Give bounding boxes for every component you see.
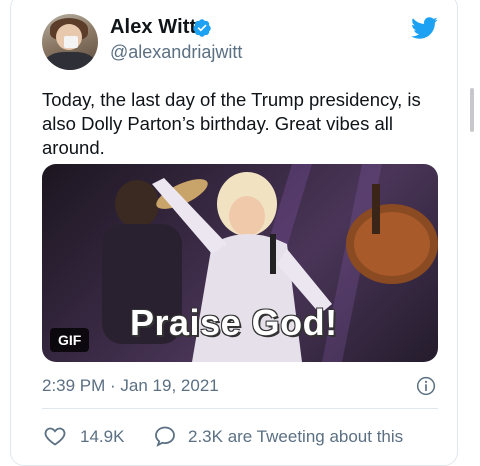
like-count[interactable]: 14.9K [80, 427, 124, 447]
info-icon[interactable] [416, 376, 436, 396]
tweet-timestamp[interactable]: 2:39 PM · Jan 19, 2021 [42, 376, 219, 396]
gif-caption: Praise God! [130, 302, 338, 343]
scrollbar[interactable] [470, 88, 474, 132]
author-name[interactable]: Alex Witt [110, 16, 196, 39]
gif-badge: GIF [50, 328, 90, 352]
tweeting-about-text[interactable]: 2.3K are Tweeting about this [188, 427, 403, 447]
verified-badge-icon [193, 19, 211, 37]
avatar[interactable] [42, 14, 98, 70]
gif-media[interactable]: GIF Praise God! [42, 164, 438, 362]
heart-icon[interactable] [42, 424, 68, 448]
divider [42, 408, 438, 409]
tweet-text: Today, the last day of the Trump preside… [42, 89, 421, 158]
speech-bubble-icon[interactable] [152, 424, 178, 448]
twitter-bird-icon[interactable] [408, 14, 440, 42]
author-handle[interactable]: @alexandriajwitt [110, 42, 242, 63]
